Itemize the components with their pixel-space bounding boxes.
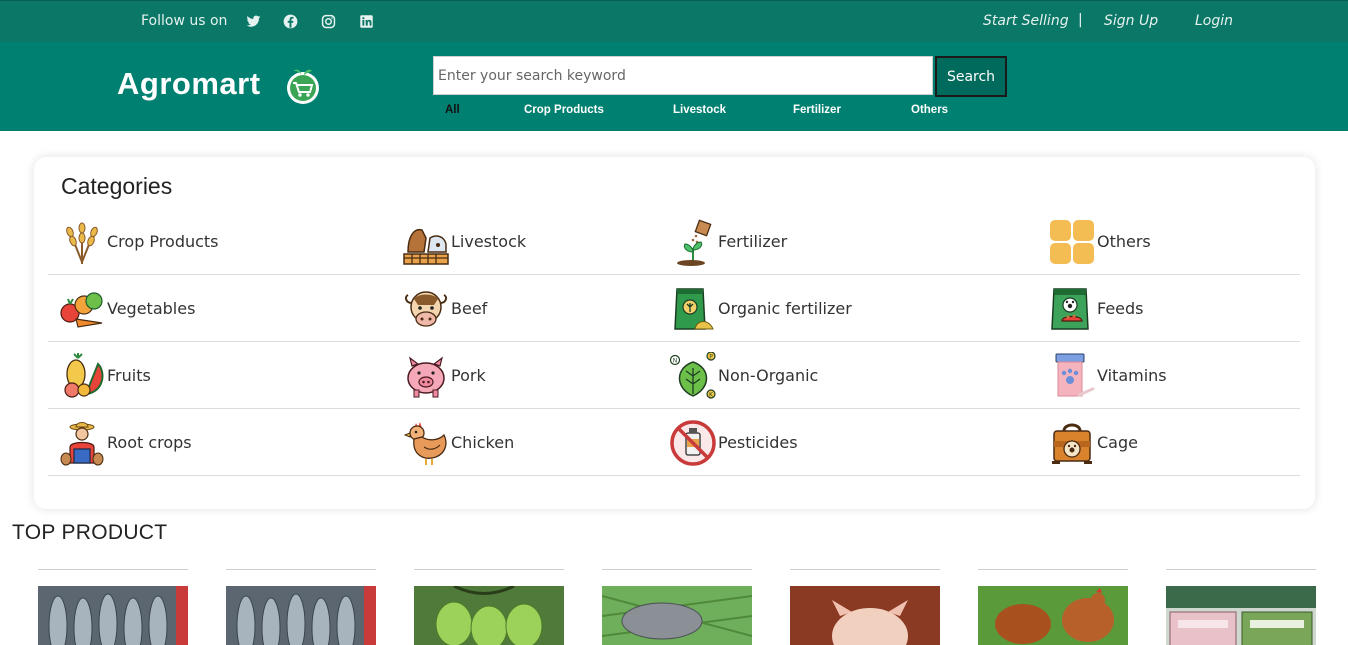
category-livestock[interactable]: Livestock <box>401 208 526 275</box>
product-image-fish[interactable] <box>38 586 188 645</box>
pig-icon <box>401 351 451 401</box>
category-label: Organic fertilizer <box>718 299 852 318</box>
categories-card: Categories Crop Products Livestock Ferti <box>34 157 1315 509</box>
product-card[interactable] <box>38 569 188 645</box>
sign-up-link[interactable]: Sign Up <box>1104 13 1158 29</box>
farmer-icon <box>57 418 107 468</box>
category-pesticides[interactable]: Pesticides <box>668 409 798 476</box>
top-bar: Follow us on Start Selling | Sign Up Log… <box>0 0 1348 42</box>
categories-grid: Crop Products Livestock Fertilizer Other… <box>48 208 1300 476</box>
top-product-title: TOP PRODUCT <box>12 521 168 544</box>
fertilizer-bag-icon <box>668 284 718 334</box>
topbar-separator: | <box>1078 12 1083 28</box>
product-image-fish[interactable] <box>226 586 376 645</box>
category-row: Fruits Pork NPK Non-Organic Vitamins <box>48 342 1300 409</box>
filter-fertilizer[interactable]: Fertilizer <box>793 104 841 116</box>
vitamin-bottle-icon <box>1047 351 1097 401</box>
facebook-icon[interactable] <box>282 13 298 29</box>
product-card[interactable] <box>414 569 564 645</box>
categories-title: Categories <box>61 173 173 199</box>
category-label: Non-Organic <box>718 366 819 385</box>
category-cage[interactable]: Cage <box>1047 409 1138 476</box>
product-card[interactable] <box>1166 569 1316 645</box>
instagram-icon[interactable] <box>320 13 336 29</box>
product-card[interactable] <box>602 569 752 645</box>
product-card[interactable] <box>978 569 1128 645</box>
category-row: Vegetables Beef Organic fertilizer Feeds <box>48 275 1300 342</box>
start-selling-link[interactable]: Start Selling <box>983 13 1069 29</box>
pet-carrier-icon <box>1047 418 1097 468</box>
pet-feed-bag-icon <box>1047 284 1097 334</box>
search-button[interactable]: Search <box>935 56 1007 97</box>
category-label: Fruits <box>107 366 151 385</box>
category-label: Root crops <box>107 433 192 452</box>
category-label: Beef <box>451 299 488 318</box>
category-label: Others <box>1097 232 1151 251</box>
category-row: Crop Products Livestock Fertilizer Other… <box>48 208 1300 275</box>
product-image-fish-basket[interactable] <box>602 586 752 645</box>
category-root-crops[interactable]: Root crops <box>57 409 192 476</box>
product-image-mangoes[interactable] <box>414 586 564 645</box>
category-label: Cage <box>1097 433 1138 452</box>
login-link[interactable]: Login <box>1195 13 1233 29</box>
category-label: Livestock <box>451 232 527 251</box>
category-vitamins[interactable]: Vitamins <box>1047 342 1167 409</box>
svg-text:P: P <box>709 353 713 360</box>
filter-others[interactable]: Others <box>911 104 948 116</box>
category-fruits[interactable]: Fruits <box>57 342 151 409</box>
category-others[interactable]: Others <box>1047 208 1151 275</box>
filter-all[interactable]: All <box>445 104 460 116</box>
category-label: Feeds <box>1097 299 1144 318</box>
npk-leaf-icon: NPK <box>668 351 718 401</box>
grid-squares-icon <box>1047 217 1097 267</box>
category-chicken[interactable]: Chicken <box>401 409 514 476</box>
linkedin-icon[interactable] <box>358 13 374 29</box>
product-card[interactable] <box>226 569 376 645</box>
category-non-organic[interactable]: NPK Non-Organic <box>668 342 818 409</box>
category-label: Pesticides <box>718 433 798 452</box>
hen-icon <box>401 418 451 468</box>
brand-name[interactable]: Agromart <box>117 66 261 102</box>
product-card[interactable] <box>790 569 940 645</box>
cow-icon <box>401 284 451 334</box>
category-label: Vegetables <box>107 299 196 318</box>
category-crop-products[interactable]: Crop Products <box>57 208 219 275</box>
category-label: Crop Products <box>107 232 219 251</box>
twitter-icon[interactable] <box>245 13 261 29</box>
category-label: Pork <box>451 366 486 385</box>
shopping-cart-logo-icon[interactable] <box>283 66 323 106</box>
main-header: Agromart Search All Crop Products Livest… <box>0 42 1348 131</box>
filter-livestock[interactable]: Livestock <box>673 104 726 116</box>
livestock-farm-icon <box>401 217 451 267</box>
product-image-piglet[interactable] <box>790 586 940 645</box>
category-pork[interactable]: Pork <box>401 342 486 409</box>
category-feeds[interactable]: Feeds <box>1047 275 1144 342</box>
category-row: Root crops Chicken Pesticides Cage <box>48 409 1300 476</box>
product-image-fertilizer-bags[interactable] <box>1166 586 1316 645</box>
category-organic-fertilizer[interactable]: Organic fertilizer <box>668 275 852 342</box>
category-beef[interactable]: Beef <box>401 275 487 342</box>
category-label: Chicken <box>451 433 515 452</box>
vegetables-icon <box>57 284 107 334</box>
filter-crop-products[interactable]: Crop Products <box>524 104 604 116</box>
product-image-chickens[interactable] <box>978 586 1128 645</box>
category-fertilizer[interactable]: Fertilizer <box>668 208 787 275</box>
follow-us-label: Follow us on <box>141 13 228 29</box>
svg-text:N: N <box>673 357 678 364</box>
fertilizer-sprout-icon <box>668 217 718 267</box>
fruits-icon <box>57 351 107 401</box>
wheat-icon <box>57 217 107 267</box>
category-vegetables[interactable]: Vegetables <box>57 275 195 342</box>
category-label: Vitamins <box>1097 366 1167 385</box>
no-pesticide-icon <box>668 418 718 468</box>
search-input[interactable] <box>433 56 933 95</box>
category-label: Fertilizer <box>718 232 788 251</box>
